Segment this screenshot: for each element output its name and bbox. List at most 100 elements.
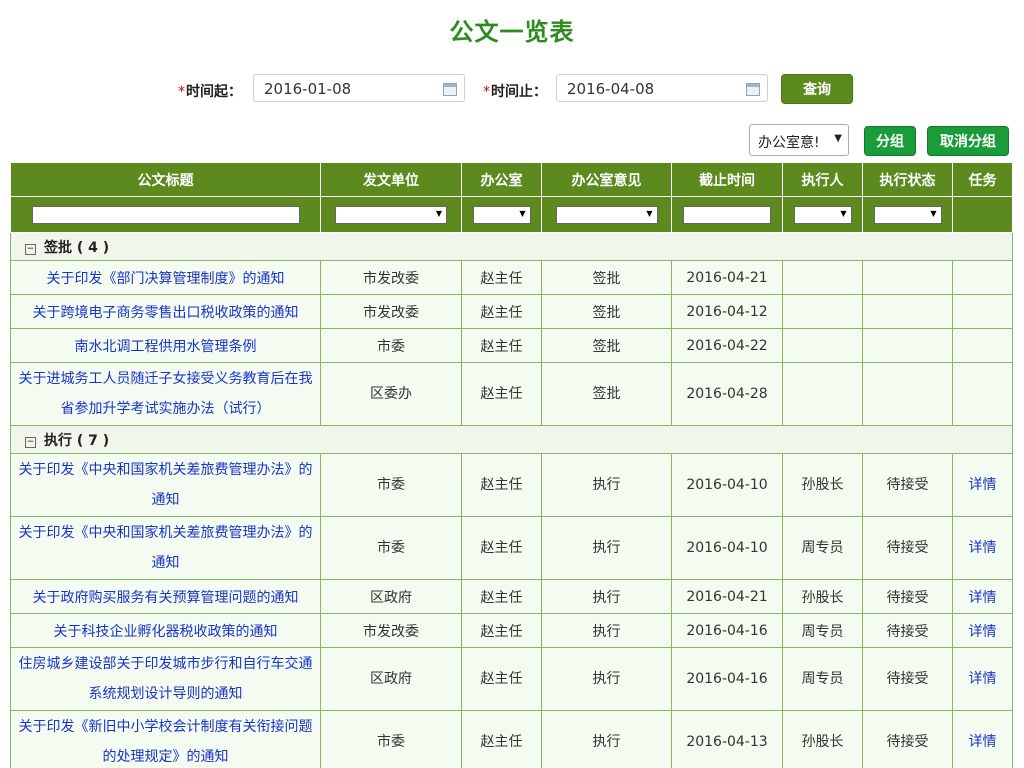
cell-unit: 市发改委 <box>320 294 462 329</box>
cell-title[interactable]: 关于进城务工人员随迁子女接受义务教育后在我省参加升学考试实施办法（试行） <box>10 362 321 426</box>
start-date-value: 2016-01-08 <box>264 80 352 98</box>
start-time-label: *时间起： <box>178 81 242 101</box>
column-header[interactable]: 办公室意见 <box>541 162 672 197</box>
group-header[interactable]: − 执行 ( 7 ) <box>10 425 1013 454</box>
cell-deadline: 2016-04-12 <box>671 294 783 329</box>
cell-deadline: 2016-04-28 <box>671 362 783 426</box>
cell-task[interactable]: 详情 <box>952 710 1013 768</box>
table-row: 关于印发《中央和国家机关差旅费管理办法》的通知 市委 赵主任 执行 2016-04-10… <box>10 516 1013 580</box>
cell-title[interactable]: 关于科技企业孵化器税收政策的通知 <box>10 613 321 648</box>
cell-title[interactable]: 关于印发《部门决算管理制度》的通知 <box>10 260 321 295</box>
column-header[interactable]: 任务 <box>952 162 1013 197</box>
filter-deadline[interactable] <box>671 196 783 233</box>
cell-deadline: 2016-04-10 <box>671 453 783 517</box>
cell-office: 赵主任 <box>461 710 542 768</box>
cell-task <box>952 260 1013 295</box>
cell-task[interactable]: 详情 <box>952 453 1013 517</box>
collapse-icon[interactable]: − <box>25 436 36 448</box>
cell-status <box>862 260 953 295</box>
cell-opinion: 签批 <box>541 328 672 363</box>
cell-opinion: 执行 <box>541 613 672 648</box>
group-header-row[interactable]: − 执行 ( 7 ) <box>10 425 1013 454</box>
cell-office: 赵主任 <box>461 516 542 580</box>
group-button[interactable]: 分组 <box>864 126 916 156</box>
column-header[interactable]: 执行人 <box>782 162 863 197</box>
cell-title[interactable]: 住房城乡建设部关于印发城市步行和自行车交通系统规划设计导则的通知 <box>10 647 321 711</box>
cell-deadline: 2016-04-16 <box>671 647 783 711</box>
end-date-input[interactable]: 2016-04-08 <box>556 74 768 102</box>
cell-status: 待接受 <box>862 453 953 517</box>
cell-executor <box>782 260 863 295</box>
filter-status[interactable] <box>862 196 953 233</box>
cell-opinion: 签批 <box>541 260 672 295</box>
cell-office: 赵主任 <box>461 613 542 648</box>
cell-deadline: 2016-04-16 <box>671 613 783 648</box>
cell-unit: 市委 <box>320 328 462 363</box>
table-filter-row <box>10 196 1013 233</box>
cell-executor: 孙股长 <box>782 453 863 517</box>
cell-status <box>862 328 953 363</box>
group-field-value: 办公室意! <box>758 135 820 151</box>
table-row: 关于跨境电子商务零售出口税收政策的通知 市发改委 赵主任 签批 2016-04-12 <box>10 294 1013 329</box>
end-date-value: 2016-04-08 <box>567 80 655 98</box>
cell-title[interactable]: 关于印发《中央和国家机关差旅费管理办法》的通知 <box>10 453 321 517</box>
start-time-label-text: 时间起： <box>186 84 242 100</box>
cell-title[interactable]: 关于政府购买服务有关预算管理问题的通知 <box>10 579 321 614</box>
cell-task[interactable]: 详情 <box>952 613 1013 648</box>
cell-unit: 市发改委 <box>320 260 462 295</box>
filter-unit[interactable] <box>320 196 462 233</box>
page: 公文一览表 *时间起： 2016-01-08 *时间止： 2016-04-08 … <box>0 0 1024 768</box>
cell-office: 赵主任 <box>461 362 542 426</box>
table-row: 关于政府购买服务有关预算管理问题的通知 区政府 赵主任 执行 2016-04-21 孙股长… <box>10 579 1013 614</box>
calendar-icon[interactable] <box>443 83 457 96</box>
cell-deadline: 2016-04-10 <box>671 516 783 580</box>
ungroup-button[interactable]: 取消分组 <box>927 126 1009 156</box>
column-header[interactable]: 公文标题 <box>10 162 321 197</box>
query-button[interactable]: 查询 <box>781 74 853 104</box>
cell-unit: 市委 <box>320 516 462 580</box>
cell-unit: 市委 <box>320 453 462 517</box>
cell-deadline: 2016-04-13 <box>671 710 783 768</box>
cell-task[interactable]: 详情 <box>952 516 1013 580</box>
collapse-icon[interactable]: − <box>25 243 36 255</box>
cell-unit: 区政府 <box>320 647 462 711</box>
table-row: 关于印发《中央和国家机关差旅费管理办法》的通知 市委 赵主任 执行 2016-04-10… <box>10 453 1013 517</box>
end-time-label: *时间止： <box>483 81 547 101</box>
filter-executor[interactable] <box>782 196 863 233</box>
cell-title[interactable]: 关于跨境电子商务零售出口税收政策的通知 <box>10 294 321 329</box>
cell-title[interactable]: 南水北调工程供用水管理条例 <box>10 328 321 363</box>
cell-title[interactable]: 关于印发《新旧中小学校会计制度有关衔接问题的处理规定》的通知 <box>10 710 321 768</box>
cell-task[interactable]: 详情 <box>952 647 1013 711</box>
required-mark: * <box>178 84 185 100</box>
cell-office: 赵主任 <box>461 453 542 517</box>
calendar-icon[interactable] <box>746 83 760 96</box>
cell-status: 待接受 <box>862 710 953 768</box>
cell-task[interactable]: 详情 <box>952 579 1013 614</box>
column-header[interactable]: 截止时间 <box>671 162 783 197</box>
cell-opinion: 执行 <box>541 579 672 614</box>
table-row: 关于印发《部门决算管理制度》的通知 市发改委 赵主任 签批 2016-04-21 <box>10 260 1013 295</box>
column-header[interactable]: 办公室 <box>461 162 542 197</box>
filter-office[interactable] <box>461 196 542 233</box>
required-mark: * <box>483 84 490 100</box>
cell-opinion: 签批 <box>541 362 672 426</box>
cell-executor <box>782 328 863 363</box>
cell-status <box>862 362 953 426</box>
chevron-down-icon: ▼ <box>834 133 842 144</box>
column-header[interactable]: 执行状态 <box>862 162 953 197</box>
cell-executor: 孙股长 <box>782 579 863 614</box>
document-table: 公文标题发文单位办公室办公室意见截止时间执行人执行状态任务 −签批 ( 4 )关… <box>10 162 1013 768</box>
group-header[interactable]: − 签批 ( 4 ) <box>10 232 1013 261</box>
filter-opinion[interactable] <box>541 196 672 233</box>
group-field-select[interactable]: 办公室意! ▼ <box>749 124 849 156</box>
start-date-input[interactable]: 2016-01-08 <box>253 74 465 102</box>
cell-task <box>952 362 1013 426</box>
group-header-row[interactable]: − 签批 ( 4 ) <box>10 232 1013 261</box>
cell-status: 待接受 <box>862 647 953 711</box>
cell-office: 赵主任 <box>461 260 542 295</box>
column-header[interactable]: 发文单位 <box>320 162 462 197</box>
cell-status: 待接受 <box>862 579 953 614</box>
table-row: 南水北调工程供用水管理条例 市委 赵主任 签批 2016-04-22 <box>10 328 1013 363</box>
cell-title[interactable]: 关于印发《中央和国家机关差旅费管理办法》的通知 <box>10 516 321 580</box>
filter-title[interactable] <box>10 196 321 233</box>
